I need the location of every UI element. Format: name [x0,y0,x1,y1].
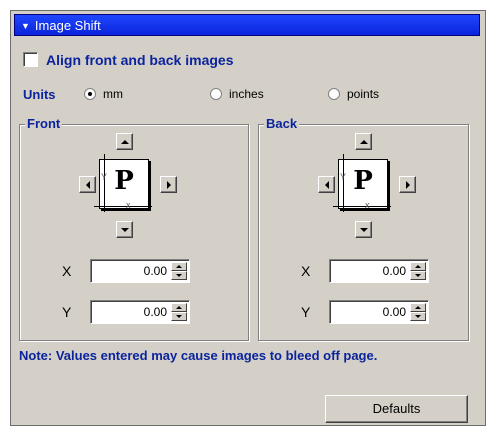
front-x-decrement-button[interactable] [171,271,187,280]
front-y-label: Y [62,304,72,320]
up-arrow-icon [415,306,421,309]
back-y-spinner[interactable]: 0.00 [329,300,429,324]
radio-mm-circle[interactable] [84,88,96,100]
down-arrow-icon [415,315,421,318]
back-x-increment-button[interactable] [410,262,426,271]
right-arrow-icon [166,180,171,189]
back-y-increment-button[interactable] [410,303,426,312]
back-shift-left-button[interactable] [318,176,335,193]
back-y-decrement-button[interactable] [410,312,426,321]
front-shift-left-button[interactable] [79,176,96,193]
up-arrow-icon [176,265,182,268]
x-axis-mark: x [365,200,370,210]
defaults-button[interactable]: Defaults [325,395,468,423]
radio-points-label: points [347,87,380,101]
front-y-spinner[interactable]: 0.00 [90,300,190,324]
back-y-value[interactable]: 0.00 [383,305,406,319]
align-checkbox[interactable] [23,52,38,67]
back-x-label: X [301,263,311,279]
front-shift-down-button[interactable] [116,221,133,238]
down-arrow-icon [359,227,368,232]
front-page-preview-icon: Y x P [94,154,152,212]
back-x-spinner[interactable]: 0.00 [329,259,429,283]
right-arrow-icon [405,180,410,189]
front-shift-up-button[interactable] [116,133,133,150]
align-checkbox-label: Align front and back images [46,52,234,68]
radio-inches-circle[interactable] [210,88,222,100]
radio-points-circle[interactable] [328,88,340,100]
radio-points[interactable]: points [328,87,379,101]
units-label: Units [23,87,56,102]
back-shift-down-button[interactable] [355,221,372,238]
up-arrow-icon [176,306,182,309]
left-arrow-icon [85,180,90,189]
front-y-decrement-button[interactable] [171,312,187,321]
page-glyph: P [353,166,373,196]
down-arrow-icon [176,274,182,277]
front-x-spinner[interactable]: 0.00 [90,259,190,283]
panel-title-bar[interactable]: ▼ Image Shift [14,14,480,36]
left-arrow-icon [324,180,329,189]
back-group-title: Back [264,116,300,131]
x-axis-mark: x [126,200,131,210]
back-x-decrement-button[interactable] [410,271,426,280]
front-group: Front Y x P X 0.00 Y 0.00 [19,116,249,341]
up-arrow-icon [359,139,368,144]
up-arrow-icon [415,265,421,268]
back-group: Back Y x P X 0.00 Y 0.00 [258,116,469,341]
radio-mm[interactable]: mm [84,87,123,101]
front-x-value[interactable]: 0.00 [144,264,167,278]
down-arrow-icon [176,315,182,318]
back-shift-right-button[interactable] [399,176,416,193]
down-arrow-icon [415,274,421,277]
x-axis-line [333,206,391,207]
front-group-title: Front [25,116,63,131]
radio-mm-label: mm [103,87,123,101]
bleed-note: Note: Values entered may cause images to… [19,348,378,363]
align-checkbox-row[interactable]: Align front and back images [23,52,233,68]
back-x-value[interactable]: 0.00 [383,264,406,278]
front-x-label: X [62,263,72,279]
front-x-increment-button[interactable] [171,262,187,271]
x-axis-line [94,206,152,207]
page-glyph: P [114,166,134,196]
down-arrow-icon [120,227,129,232]
front-y-value[interactable]: 0.00 [144,305,167,319]
front-y-increment-button[interactable] [171,303,187,312]
up-arrow-icon [120,139,129,144]
back-y-label: Y [301,304,311,320]
radio-inches-label: inches [229,87,264,101]
front-shift-right-button[interactable] [160,176,177,193]
back-shift-up-button[interactable] [355,133,372,150]
radio-inches[interactable]: inches [210,87,264,101]
back-page-preview-icon: Y x P [333,154,391,212]
panel-title: Image Shift [34,18,101,33]
collapse-arrow-icon[interactable]: ▼ [21,15,30,37]
